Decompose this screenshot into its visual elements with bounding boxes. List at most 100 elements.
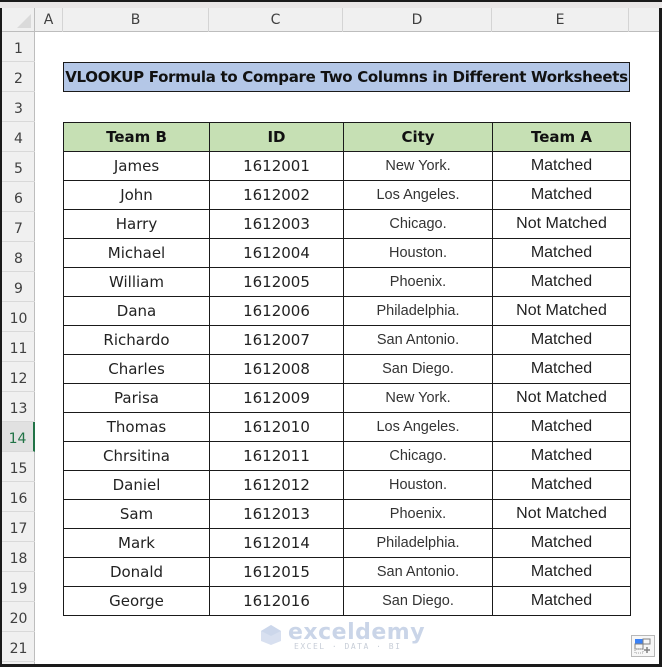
row-header-5[interactable]: 5: [2, 152, 35, 182]
id-cell[interactable]: 1612007: [209, 325, 344, 355]
team-b-cell[interactable]: Richardo: [63, 325, 210, 355]
id-cell[interactable]: 1612016: [209, 586, 344, 616]
team-b-cell[interactable]: Dana: [63, 296, 210, 326]
team-a-cell[interactable]: Matched: [492, 267, 631, 297]
row-header-16[interactable]: 16: [2, 482, 35, 512]
row-header-18[interactable]: 18: [2, 542, 35, 572]
city-cell[interactable]: Philadelphia.: [343, 296, 493, 326]
id-cell[interactable]: 1612010: [209, 412, 344, 442]
city-cell[interactable]: Chicago.: [343, 209, 493, 239]
team-b-cell[interactable]: Donald: [63, 557, 210, 587]
team-b-cell[interactable]: Harry: [63, 209, 210, 239]
sheet-title[interactable]: VLOOKUP Formula to Compare Two Columns i…: [63, 62, 630, 92]
header-team-a[interactable]: Team A: [492, 122, 631, 152]
team-a-cell[interactable]: Not Matched: [492, 296, 631, 326]
team-a-cell[interactable]: Matched: [492, 354, 631, 384]
team-a-cell[interactable]: Matched: [492, 470, 631, 500]
team-b-cell[interactable]: William: [63, 267, 210, 297]
quick-analysis-button[interactable]: [631, 635, 655, 657]
row-header-20[interactable]: 20: [2, 602, 35, 632]
column-header-a[interactable]: A: [35, 8, 63, 32]
row-header-8[interactable]: 8: [2, 242, 35, 272]
column-header-e[interactable]: E: [492, 8, 629, 32]
team-a-cell[interactable]: Matched: [492, 180, 631, 210]
row-header-12[interactable]: 12: [2, 362, 35, 392]
row-header-15[interactable]: 15: [2, 452, 35, 482]
id-cell[interactable]: 1612009: [209, 383, 344, 413]
row-header-2[interactable]: 2: [2, 62, 35, 92]
id-cell[interactable]: 1612003: [209, 209, 344, 239]
team-a-cell[interactable]: Matched: [492, 528, 631, 558]
team-b-cell[interactable]: Daniel: [63, 470, 210, 500]
row-header-6[interactable]: 6: [2, 182, 35, 212]
team-b-cell[interactable]: Michael: [63, 238, 210, 268]
team-a-cell[interactable]: Matched: [492, 586, 631, 616]
team-b-cell[interactable]: Mark: [63, 528, 210, 558]
id-cell[interactable]: 1612008: [209, 354, 344, 384]
id-cell[interactable]: 1612012: [209, 470, 344, 500]
city-cell[interactable]: Phoenix.: [343, 499, 493, 529]
city-cell[interactable]: Houston.: [343, 470, 493, 500]
id-cell[interactable]: 1612015: [209, 557, 344, 587]
city-cell[interactable]: San Antonio.: [343, 325, 493, 355]
column-header-c[interactable]: C: [209, 8, 343, 32]
column-header-d[interactable]: D: [343, 8, 492, 32]
city-cell[interactable]: Chicago.: [343, 441, 493, 471]
city-cell[interactable]: Houston.: [343, 238, 493, 268]
team-a-cell[interactable]: Matched: [492, 151, 631, 181]
city-cell[interactable]: New York.: [343, 151, 493, 181]
team-b-cell[interactable]: John: [63, 180, 210, 210]
city-cell[interactable]: San Diego.: [343, 586, 493, 616]
team-b-cell[interactable]: Charles: [63, 354, 210, 384]
id-cell[interactable]: 1612014: [209, 528, 344, 558]
team-b-cell[interactable]: James: [63, 151, 210, 181]
row-header-4[interactable]: 4: [2, 122, 35, 152]
row-header-19[interactable]: 19: [2, 572, 35, 602]
row-header-21[interactable]: 21: [2, 632, 35, 662]
team-b-cell[interactable]: George: [63, 586, 210, 616]
id-cell[interactable]: 1612006: [209, 296, 344, 326]
row-header-9[interactable]: 9: [2, 272, 35, 302]
team-a-cell[interactable]: Matched: [492, 325, 631, 355]
header-team-b[interactable]: Team B: [63, 122, 210, 152]
team-a-cell[interactable]: Matched: [492, 557, 631, 587]
team-b-cell[interactable]: Parisa: [63, 383, 210, 413]
header-id[interactable]: ID: [209, 122, 344, 152]
row-header-3[interactable]: 3: [2, 92, 35, 122]
row-header-7[interactable]: 7: [2, 212, 35, 242]
team-a-cell[interactable]: Not Matched: [492, 209, 631, 239]
city-cell[interactable]: San Diego.: [343, 354, 493, 384]
city-cell[interactable]: San Antonio.: [343, 557, 493, 587]
id-cell[interactable]: 1612002: [209, 180, 344, 210]
row-header-1[interactable]: 1: [2, 32, 35, 62]
select-all-button[interactable]: [2, 8, 35, 32]
comparison-table: Team B ID City Team A James 1612001 New Yo…: [63, 122, 631, 616]
table-row: Michael 1612004 Houston. Matched: [63, 238, 631, 268]
team-a-cell[interactable]: Matched: [492, 441, 631, 471]
id-cell[interactable]: 1612001: [209, 151, 344, 181]
team-b-cell[interactable]: Chrsitina: [63, 441, 210, 471]
city-cell[interactable]: Los Angeles.: [343, 412, 493, 442]
id-cell[interactable]: 1612011: [209, 441, 344, 471]
row-header-17[interactable]: 17: [2, 512, 35, 542]
city-cell[interactable]: Phoenix.: [343, 267, 493, 297]
row-header-10[interactable]: 10: [2, 302, 35, 332]
column-header-b[interactable]: B: [63, 8, 209, 32]
row-header-13[interactable]: 13: [2, 392, 35, 422]
column-header-f-partial[interactable]: [629, 8, 659, 32]
row-header-14[interactable]: 14: [2, 422, 35, 452]
team-a-cell[interactable]: Not Matched: [492, 499, 631, 529]
team-b-cell[interactable]: Thomas: [63, 412, 210, 442]
id-cell[interactable]: 1612004: [209, 238, 344, 268]
team-b-cell[interactable]: Sam: [63, 499, 210, 529]
city-cell[interactable]: Los Angeles.: [343, 180, 493, 210]
team-a-cell[interactable]: Matched: [492, 412, 631, 442]
id-cell[interactable]: 1612013: [209, 499, 344, 529]
city-cell[interactable]: New York.: [343, 383, 493, 413]
city-cell[interactable]: Philadelphia.: [343, 528, 493, 558]
id-cell[interactable]: 1612005: [209, 267, 344, 297]
row-header-11[interactable]: 11: [2, 332, 35, 362]
team-a-cell[interactable]: Not Matched: [492, 383, 631, 413]
team-a-cell[interactable]: Matched: [492, 238, 631, 268]
header-city[interactable]: City: [343, 122, 493, 152]
